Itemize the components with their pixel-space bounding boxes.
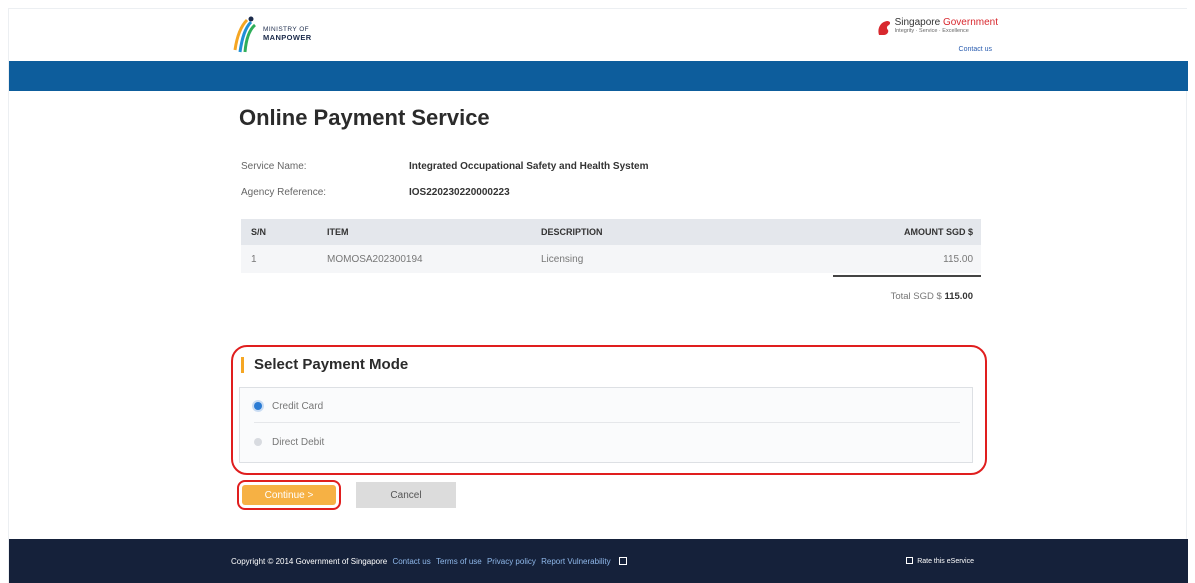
terms-link[interactable]: Terms of use — [436, 557, 482, 566]
privacy-link[interactable]: Privacy policy — [487, 557, 536, 566]
sg-tagline: Integrity · Service · Excellence — [894, 28, 969, 34]
option-direct-debit[interactable]: Direct Debit — [254, 432, 324, 452]
agency-ref-label: Agency Reference: — [241, 187, 327, 198]
option-direct-debit-label: Direct Debit — [272, 436, 325, 448]
cell-amount: 115.00 — [943, 254, 973, 265]
external-link-icon — [618, 557, 627, 565]
payment-options-panel: Credit Card Direct Debit — [239, 387, 973, 463]
continue-button[interactable]: Continue > — [242, 485, 336, 505]
copyright-text: Copyright © 2014 Government of Singapore — [231, 557, 388, 566]
radio-credit-card[interactable] — [254, 402, 262, 410]
report-vulnerability-link[interactable]: Report Vulnerability — [541, 557, 611, 566]
rate-eservice-link[interactable]: Rate this eService — [906, 557, 974, 565]
mom-logo-icon — [233, 16, 257, 53]
cancel-button[interactable]: Cancel — [356, 482, 456, 508]
col-sn: S/N — [251, 227, 267, 237]
option-credit-card-label: Credit Card — [272, 400, 324, 412]
cell-sn: 1 — [251, 254, 257, 265]
sg-gov-logo[interactable]: Singapore Government Integrity · Service… — [876, 17, 998, 37]
total-divider — [833, 275, 981, 277]
table-header: S/N ITEM DESCRIPTION AMOUNT SGD $ — [241, 219, 981, 245]
continue-highlight: Continue > — [237, 480, 341, 510]
option-credit-card[interactable]: Credit Card — [254, 396, 323, 416]
options-divider — [254, 422, 960, 423]
mom-logo[interactable]: MINISTRY OF MANPOWER — [231, 13, 312, 55]
sg-gov-prefix: Singapore — [894, 17, 943, 28]
footer-links: Copyright © 2014 Government of Singapore… — [231, 557, 627, 566]
payment-mode-title: Select Payment Mode — [241, 357, 408, 373]
agency-ref-value: IOS220230220000223 — [409, 187, 510, 198]
payment-table: S/N ITEM DESCRIPTION AMOUNT SGD $ 1 MOMO… — [241, 219, 981, 302]
service-name-label: Service Name: — [241, 161, 307, 172]
cell-item: MOMOSA202300194 — [327, 254, 423, 265]
edit-icon — [906, 557, 914, 564]
header: MINISTRY OF MANPOWER Singapore Governmen… — [9, 9, 1188, 61]
total-amount: Total SGD $ 115.00 — [890, 291, 973, 302]
table-row: 1 MOMOSA202300194 Licensing 115.00 — [241, 245, 981, 273]
cell-description: Licensing — [541, 254, 584, 265]
payment-mode-section: Select Payment Mode Credit Card Direct D… — [231, 345, 987, 475]
radio-direct-debit[interactable] — [254, 438, 262, 446]
col-description: DESCRIPTION — [541, 227, 603, 237]
page-title: Online Payment Service — [239, 105, 490, 130]
col-amount: AMOUNT SGD $ — [903, 227, 973, 237]
service-name-value: Integrated Occupational Safety and Healt… — [409, 161, 649, 172]
sg-gov-suffix: Government — [942, 17, 998, 28]
footer-contact-link[interactable]: Contact us — [392, 557, 430, 566]
mom-wordmark: MINISTRY OF MANPOWER — [263, 26, 312, 42]
col-item: ITEM — [327, 227, 349, 237]
header-contact-link[interactable]: Contact us — [959, 46, 992, 53]
nav-band — [9, 61, 1188, 91]
lion-head-icon — [877, 21, 890, 35]
page: MINISTRY OF MANPOWER Singapore Governmen… — [8, 8, 1188, 583]
footer: Copyright © 2014 Government of Singapore… — [9, 539, 1188, 583]
